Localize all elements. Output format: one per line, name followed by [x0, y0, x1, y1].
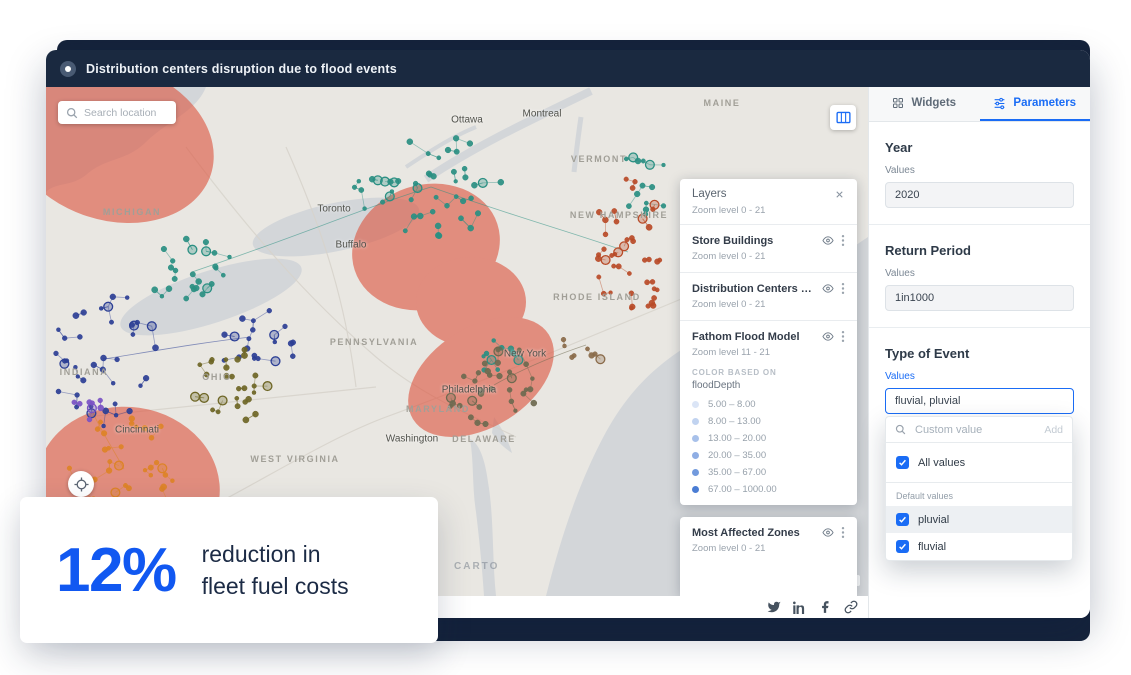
right-sidebar: Widgets Parameters Year Values: [868, 87, 1090, 618]
search-icon: [66, 107, 78, 119]
basemap-icon: [835, 109, 852, 126]
layer-name: Most Affected Zones: [692, 527, 800, 539]
visibility-eye-icon[interactable]: [821, 527, 835, 538]
tab-widgets[interactable]: Widgets: [869, 87, 980, 121]
legend-item: 5.00 – 8.00: [692, 399, 845, 410]
legend-item: 20.00 – 35.00: [692, 450, 845, 461]
widgets-grid-icon: [892, 97, 904, 109]
option-label: pluvial: [918, 514, 949, 526]
layer-zoom-range: Zoom level 0 - 21: [680, 205, 857, 224]
legend-item: 8.00 – 13.00: [692, 416, 845, 427]
section-title: Year: [885, 140, 1074, 155]
basemap-switch-button[interactable]: [830, 105, 856, 130]
values-label: Values: [885, 165, 1074, 176]
parameters-body: Year Values Return Period Values Type of…: [869, 122, 1090, 618]
checkbox-checked-icon[interactable]: [896, 456, 909, 469]
visibility-eye-icon[interactable]: [821, 283, 835, 294]
titlebar: Distribution centers disruption due to f…: [46, 50, 1090, 87]
locate-button[interactable]: [68, 471, 94, 497]
legend-item: 35.00 – 67.00: [692, 467, 845, 478]
layer-zoom-range: Zoom level 11 - 21: [692, 347, 845, 358]
kpi-card: 12% reduction in fleet fuel costs: [20, 497, 438, 643]
tab-parameters[interactable]: Parameters: [980, 87, 1091, 121]
divider: [869, 224, 1090, 225]
legend-item: 13.00 – 20.00: [692, 433, 845, 444]
checkbox-checked-icon[interactable]: [896, 540, 909, 553]
visibility-eye-icon[interactable]: [821, 235, 835, 246]
checkbox-checked-icon[interactable]: [896, 513, 909, 526]
custom-value-input[interactable]: [913, 423, 1037, 437]
layer-item-store-buildings[interactable]: Store Buildings Zoom level 0 - 21: [680, 225, 857, 272]
option-label: fluvial: [918, 541, 946, 553]
section-title: Type of Event: [885, 346, 1074, 361]
color-based-on-label: COLOR BASED ON: [692, 368, 845, 377]
search-location-box[interactable]: [58, 101, 176, 124]
kpi-description: reduction in fleet fuel costs: [202, 538, 349, 602]
share-link-icon[interactable]: [844, 600, 858, 614]
sidebar-tabs: Widgets Parameters: [869, 87, 1090, 122]
all-values-option[interactable]: All values: [886, 449, 1072, 476]
custom-value-row[interactable]: Add: [886, 417, 1072, 443]
legend-item: 67.00 – 1000.00: [692, 484, 845, 495]
facebook-icon[interactable]: [818, 600, 832, 614]
layer-item-fathom-flood-model[interactable]: Fathom Flood Model Zoom level 11 - 21 CO…: [680, 321, 857, 505]
page: Distribution centers disruption due to f…: [0, 0, 1131, 675]
close-icon[interactable]: [834, 189, 845, 200]
layer-item-distribution-centers[interactable]: Distribution Centers B... Zoom level 0 -…: [680, 273, 857, 320]
values-label: Values: [885, 371, 1074, 382]
search-icon: [895, 424, 906, 435]
layer-menu-kebab-icon[interactable]: [841, 526, 845, 539]
type-of-event-value-input[interactable]: [885, 388, 1074, 414]
parameter-type-of-event: Type of Event Values Add All valu: [885, 346, 1074, 414]
layers-panel-main: Layers Zoom level 0 - 21 Store Buildings: [680, 179, 857, 505]
layer-menu-kebab-icon[interactable]: [841, 330, 845, 343]
parameters-sliders-icon: [993, 97, 1006, 110]
layer-zoom-range: Zoom level 0 - 21: [692, 299, 845, 310]
color-field-name: floodDepth: [692, 380, 845, 391]
layer-zoom-range: Zoom level 0 - 21: [692, 251, 845, 262]
layer-name: Store Buildings: [692, 235, 773, 247]
tab-label: Widgets: [911, 97, 956, 109]
option-fluvial[interactable]: fluvial: [886, 533, 1072, 560]
window-title: Distribution centers disruption due to f…: [86, 62, 397, 76]
layer-item-most-affected-zones[interactable]: Most Affected Zones Zoom level 0 - 21: [680, 517, 857, 564]
layers-panel: Layers Zoom level 0 - 21 Store Buildings: [680, 179, 857, 596]
layer-name: Distribution Centers B...: [692, 283, 815, 295]
legend-dot: [692, 418, 699, 425]
layer-name: Fathom Flood Model: [692, 331, 800, 343]
layer-menu-kebab-icon[interactable]: [841, 282, 845, 295]
legend-dot: [692, 401, 699, 408]
section-title: Return Period: [885, 243, 1074, 258]
option-label: All values: [918, 457, 965, 469]
layers-panel-most-affected: Most Affected Zones Zoom level 0 - 21: [680, 517, 857, 596]
legend-dot: [692, 435, 699, 442]
search-location-input[interactable]: [84, 107, 168, 119]
type-of-event-dropdown: Add All values Default values pluvial: [885, 416, 1073, 561]
divider: [869, 327, 1090, 328]
linkedin-icon[interactable]: [793, 601, 806, 614]
carto-watermark: CARTO: [454, 561, 499, 572]
app-logo-icon: [60, 61, 76, 77]
layers-panel-title: Layers: [692, 188, 727, 200]
option-pluvial[interactable]: pluvial: [886, 506, 1072, 533]
twitter-icon[interactable]: [767, 600, 781, 614]
values-label: Values: [885, 268, 1074, 279]
legend-dot: [692, 452, 699, 459]
tab-label: Parameters: [1013, 97, 1076, 109]
parameter-year: Year Values: [885, 140, 1074, 208]
default-values-group-label: Default values: [886, 483, 1072, 506]
visibility-eye-icon[interactable]: [821, 331, 835, 342]
layer-zoom-range: Zoom level 0 - 21: [692, 543, 845, 554]
kpi-value: 12%: [56, 535, 176, 606]
return-period-value-input[interactable]: [885, 285, 1074, 311]
add-button[interactable]: Add: [1044, 424, 1063, 436]
year-value-input[interactable]: [885, 182, 1074, 208]
legend-dot: [692, 486, 699, 493]
crosshair-icon: [74, 477, 89, 492]
layer-menu-kebab-icon[interactable]: [841, 234, 845, 247]
legend-dot: [692, 469, 699, 476]
parameter-return-period: Return Period Values: [885, 243, 1074, 311]
layers-panel-header: Layers: [680, 179, 857, 205]
flood-depth-legend: 5.00 – 8.00 8.00 – 13.00 13.00 – 20.00 2…: [692, 399, 845, 495]
